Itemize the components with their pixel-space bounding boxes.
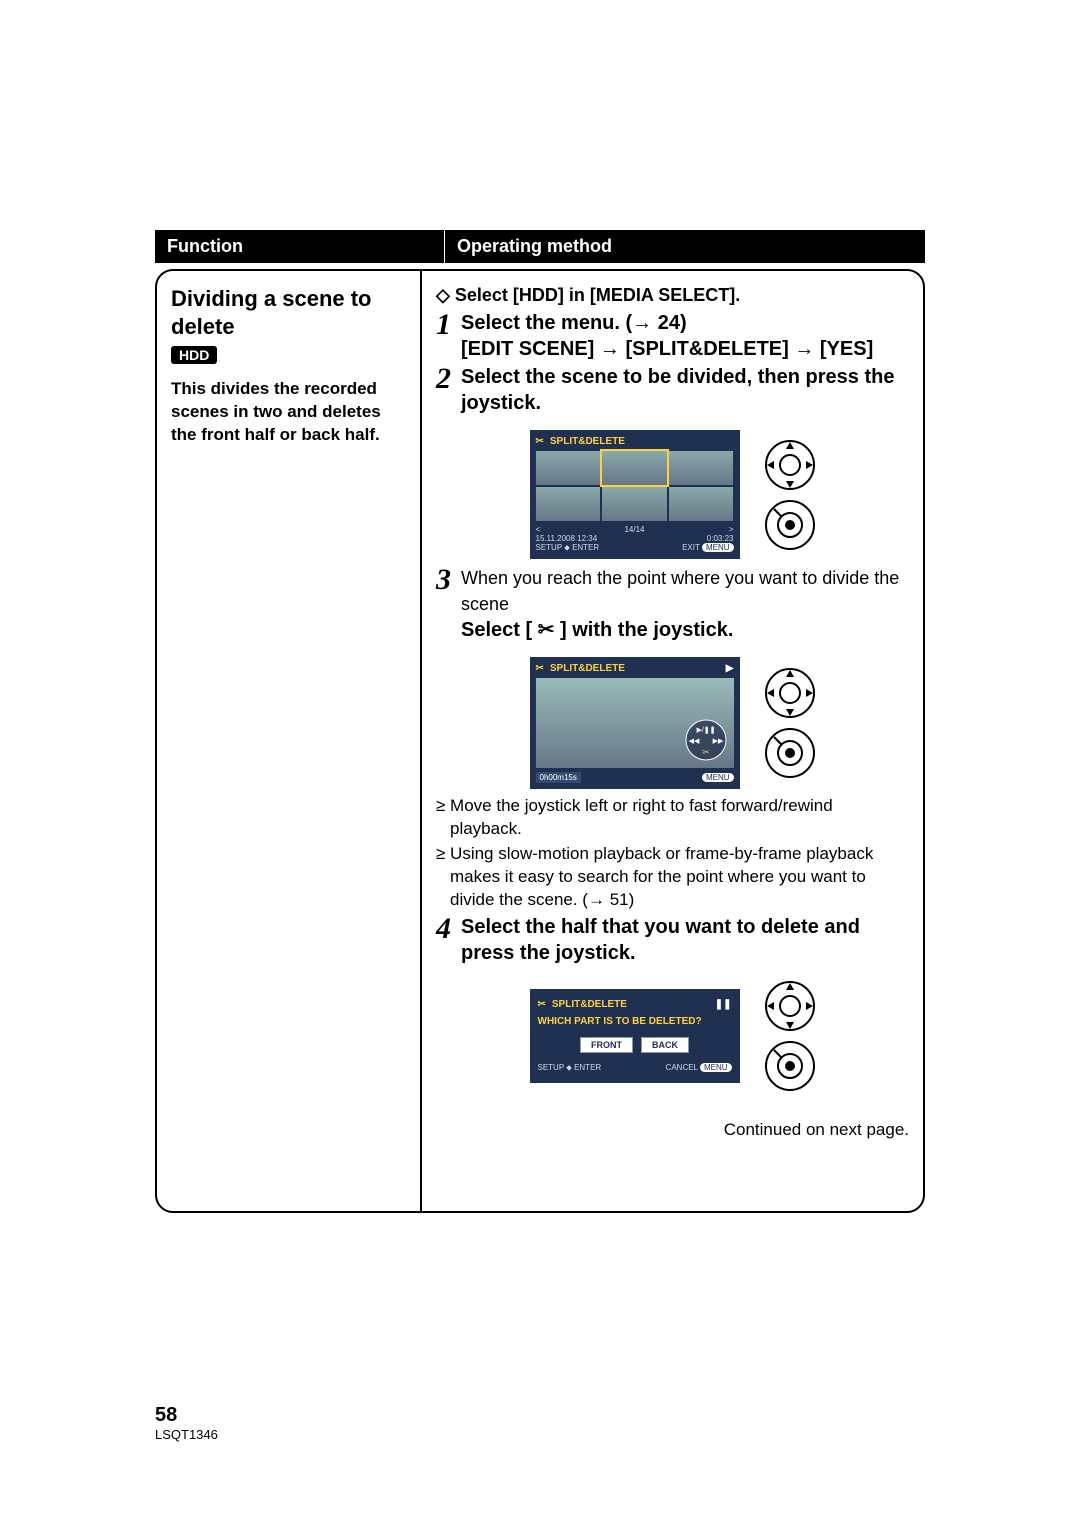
joystick-press-icon [764,1040,816,1092]
svg-text:✂: ✂ [702,747,710,757]
step-body: Select the half that you want to delete … [461,914,909,966]
screen-row-3: ✂ SPLIT&DELETE ❚❚ WHICH PART IS TO BE DE… [436,980,909,1092]
media-select-note: ◇ Select [HDD] in [MEDIA SELECT]. [436,285,909,306]
playback-image: ▶/❚❚ ◀◀ ▶▶✂ [536,678,734,768]
scissors-icon: ✂ [536,436,544,447]
thumbnail [669,487,734,521]
joystick-press-icon [764,727,816,779]
page-number: 58 [155,1404,218,1427]
thumbnail [536,487,601,521]
joystick-dpad-icon [764,439,816,491]
joystick-dpad-icon [764,667,816,719]
pager: 14/14 [624,525,644,534]
next-arrow: > [729,525,734,534]
screen-title: SPLIT&DELETE [550,663,625,674]
playback-screen: ✂ SPLIT&DELETE ▶ ▶/❚❚◀◀▶▶✂ 0h00m15s MENU [530,657,740,789]
step-body: Select the scene to be divided, then pre… [461,364,909,416]
menu-pill: MENU [702,773,734,782]
step1-line1: Select the menu. (→ 24) [461,312,687,334]
operating-column: ◇ Select [HDD] in [MEDIA SELECT]. 1 Sele… [422,271,923,1211]
joystick-icons [764,667,816,779]
bullet-notes: ≥ Move the joystick left or right to fas… [436,795,909,912]
choice-question: WHICH PART IS TO BE DELETED? [538,1016,732,1027]
step-2: 2 Select the scene to be divided, then p… [436,364,909,416]
svg-text:▶▶: ▶▶ [712,738,723,745]
prev-arrow: < [536,525,541,534]
thumbnail-selected [602,451,667,485]
function-description: This divides the recorded scenes in two … [171,378,406,447]
time-label: 0h00m15s [536,772,581,783]
thumbnail [602,487,667,521]
joystick-icons [764,980,816,1092]
scissors-icon: ✂ [536,663,544,674]
screen-title: SPLIT&DELETE [552,999,627,1010]
setup-label: SETUP ⬥ ENTER [538,1063,602,1073]
play-icon: ▶ [726,663,734,674]
exit-label: EXIT [682,543,700,552]
step-4: 4 Select the half that you want to delet… [436,914,909,966]
choice-buttons: FRONT BACK [538,1037,732,1053]
back-button[interactable]: BACK [641,1037,689,1053]
hdd-badge: HDD [171,346,217,364]
header-operating: Operating method [445,230,925,263]
thumbnail [536,451,601,485]
step-1: 1 Select the menu. (→ 24) [EDIT SCENE] →… [436,310,909,362]
menu-pill: MENU [702,543,734,552]
split-delete-grid-screen: ✂ SPLIT&DELETE < 14/14 > [530,430,740,559]
step-number: 4 [436,914,451,944]
joystick-press-icon [764,499,816,551]
screen-row-2: ✂ SPLIT&DELETE ▶ ▶/❚❚◀◀▶▶✂ 0h00m15s MENU [436,657,909,789]
page-footer: 58 LSQT1346 [155,1404,218,1442]
pause-icon: ❚❚ [715,999,732,1010]
thumbnail-grid [536,451,734,521]
step-body: Select the menu. (→ 24) [EDIT SCENE] → [… [461,310,909,362]
manual-page: Function Operating method Dividing a sce… [0,0,1080,1213]
step1-line2: [EDIT SCENE] → [SPLIT&DELETE] → [YES] [461,338,873,360]
joystick-icons [764,439,816,551]
step-body: When you reach the point where you want … [461,565,909,643]
step3-bold: Select [ ✂ ] with the joystick. [461,619,733,641]
duration-label: 0:03:23 [707,534,734,543]
scissors-icon: ✂ [538,999,546,1010]
menu-pill: MENU [700,1063,732,1072]
bullet-item: ≥ Using slow-motion playback or frame-by… [436,843,909,912]
date-label: 15.11.2008 12:34 [536,534,598,543]
step-number: 2 [436,364,451,394]
doc-code: LSQT1346 [155,1427,218,1442]
scissors-icon: ✂ [538,619,555,641]
step-number: 3 [436,565,451,595]
step-number: 1 [436,310,451,340]
content-box: Dividing a scene to delete HDD This divi… [155,269,925,1213]
screen-row-1: ✂ SPLIT&DELETE < 14/14 > [436,430,909,559]
on-screen-controls-icon: ▶/❚❚ ◀◀ ▶▶✂ [684,718,728,762]
header-function: Function [155,230,445,263]
table-header: Function Operating method [155,230,925,263]
bullet-item: ≥ Move the joystick left or right to fas… [436,795,909,841]
screen-title: SPLIT&DELETE [550,436,625,447]
svg-text:▶/❚❚: ▶/❚❚ [696,726,715,734]
thumbnail [669,451,734,485]
choice-screen: ✂ SPLIT&DELETE ❚❚ WHICH PART IS TO BE DE… [530,989,740,1083]
function-column: Dividing a scene to delete HDD This divi… [157,271,422,1211]
step-3: 3 When you reach the point where you wan… [436,565,909,643]
step3-lead: When you reach the point where you want … [461,568,899,614]
function-title: Dividing a scene to delete [171,285,406,340]
front-button[interactable]: FRONT [580,1037,633,1053]
continued-note: Continued on next page. [436,1120,909,1140]
cancel-label: CANCEL [666,1063,698,1072]
joystick-dpad-icon [764,980,816,1032]
svg-text:◀◀: ◀◀ [688,738,699,745]
setup-label: SETUP ⬥ ENTER [536,543,600,553]
